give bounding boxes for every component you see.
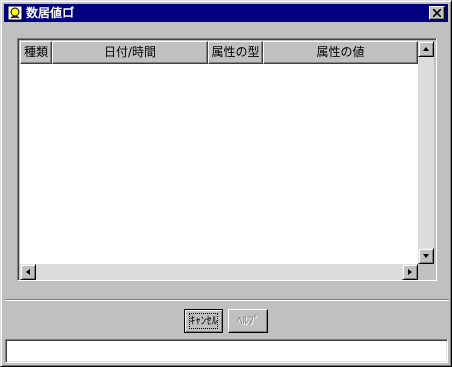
vertical-scrollbar[interactable]: [418, 41, 434, 264]
dialog-window: 数居値ロ゙ 種類 日付/時間 属性の型 属性の値 ｷｬﾝｾﾙ ﾍﾙﾌﾟ: [0, 0, 452, 367]
window-title: 数居値ロ゙: [26, 6, 75, 20]
column-header-attribute-value[interactable]: 属性の値: [263, 41, 418, 64]
arrow-left-icon: [26, 269, 30, 275]
separator-line: [5, 299, 449, 301]
scroll-down-button[interactable]: [418, 248, 434, 264]
scroll-left-button[interactable]: [20, 264, 36, 280]
scrollbar-corner: [418, 264, 434, 280]
table-header: 種類 日付/時間 属性の型 属性の値: [20, 41, 418, 64]
app-icon: [7, 5, 23, 21]
column-header-attribute-type[interactable]: 属性の型: [208, 41, 263, 64]
close-icon: [433, 9, 441, 17]
cancel-button-label: ｷｬﾝｾﾙ: [188, 313, 219, 329]
arrow-right-icon: [408, 269, 412, 275]
arrow-down-icon: [423, 254, 429, 258]
scroll-right-button[interactable]: [402, 264, 418, 280]
status-bar: [5, 339, 448, 363]
close-button[interactable]: [429, 6, 445, 20]
table-body[interactable]: [20, 64, 418, 264]
scroll-up-button[interactable]: [418, 41, 434, 57]
horizontal-scrollbar[interactable]: [20, 264, 418, 280]
arrow-up-icon: [423, 47, 429, 51]
cancel-button[interactable]: ｷｬﾝｾﾙ: [184, 309, 223, 333]
column-header-type[interactable]: 種類: [20, 41, 52, 64]
help-button[interactable]: ﾍﾙﾌﾟ: [228, 309, 268, 333]
attribute-table: 種類 日付/時間 属性の型 属性の値: [17, 38, 437, 281]
title-bar[interactable]: 数居値ロ゙: [4, 4, 448, 22]
column-header-datetime[interactable]: 日付/時間: [52, 41, 208, 64]
